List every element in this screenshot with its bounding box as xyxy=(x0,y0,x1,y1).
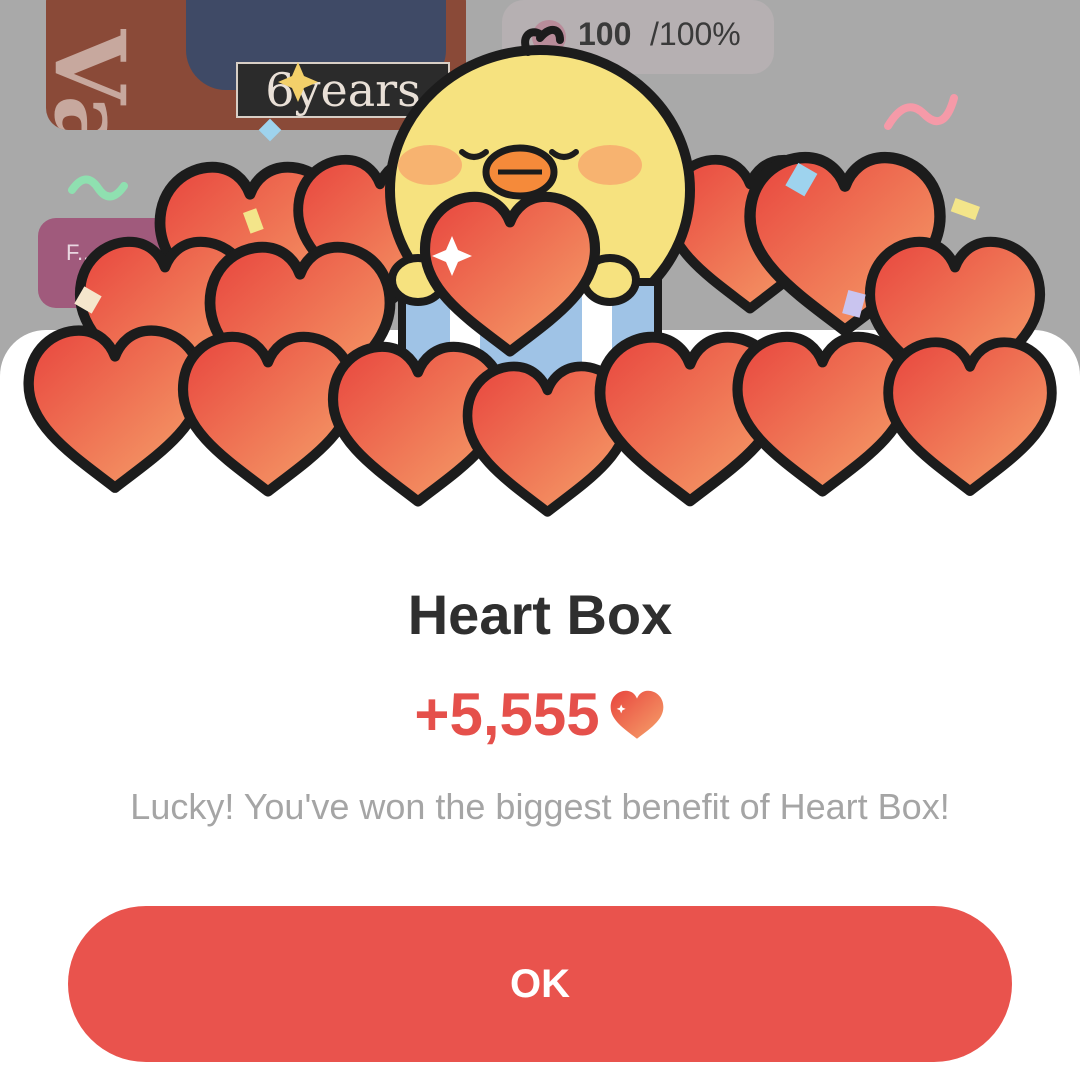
ok-button[interactable]: OK xyxy=(68,906,1012,1062)
dialog-title: Heart Box xyxy=(407,583,673,646)
reward-amount-row: +5,555 xyxy=(0,680,1080,750)
reward-message: Lucky! You've won the biggest benefit of… xyxy=(130,786,950,827)
heart-box-illustration xyxy=(0,26,1080,540)
reward-amount: +5,555 xyxy=(414,681,600,748)
heart-icon xyxy=(610,690,663,739)
